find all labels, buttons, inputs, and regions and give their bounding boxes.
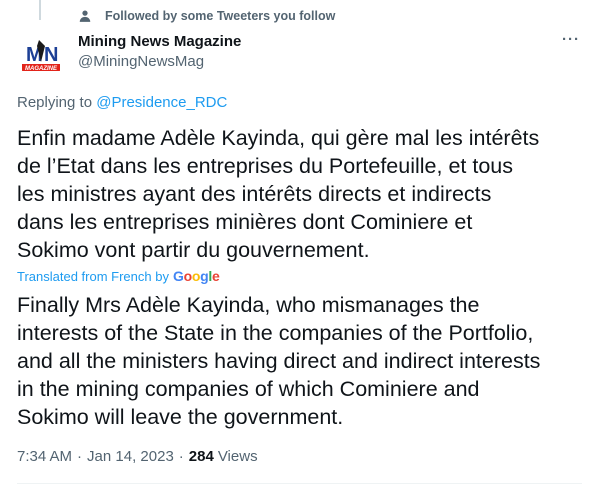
tweet-date[interactable]: Jan 14, 2023 [87, 448, 174, 465]
views-count: 284 [188, 448, 214, 465]
replying-to: Replying to @Presidence_RDC [17, 94, 227, 111]
avatar-subtext: MAGAZINE [25, 66, 58, 72]
social-context-text: Followed by some Tweeters you follow [105, 9, 336, 23]
author-handle[interactable]: @MiningNewsMag [78, 53, 204, 70]
tweet-original-text: Enfin madame Adèle Kayinda, qui gère mal… [17, 126, 540, 262]
avatar-letter-n: N [44, 44, 58, 66]
meta-separator: · [77, 448, 83, 465]
translated-label: Translated from French by [17, 268, 169, 284]
thread-connector-line [39, 0, 41, 20]
tweet-meta: 7:34 AM · Jan 14, 2023 · 284 Views [17, 448, 258, 465]
views-label: Views [217, 448, 258, 465]
avatar[interactable]: M N MAGAZINE [17, 32, 65, 80]
replying-to-prefix: Replying to [17, 94, 93, 111]
person-icon [79, 10, 91, 22]
google-logo: Google [172, 268, 220, 284]
social-context: Followed by some Tweeters you follow [78, 9, 335, 23]
tweet-time[interactable]: 7:34 AM [17, 448, 72, 465]
author-name[interactable]: Mining News Magazine [78, 33, 241, 50]
divider [17, 483, 582, 484]
meta-separator: · [178, 448, 184, 465]
tweet-translated-text: Finally Mrs Adèle Kayinda, who mismanage… [17, 293, 541, 429]
translated-from-link[interactable]: Translated from French by Google [17, 268, 220, 284]
more-options-button[interactable]: ··· [562, 31, 580, 48]
mention-link[interactable]: @Presidence_RDC [96, 94, 227, 111]
